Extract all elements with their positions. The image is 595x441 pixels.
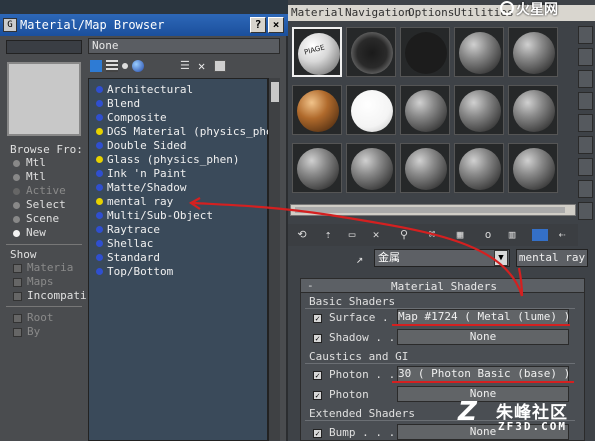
watermark-bottom-en: ZF3D.COM	[498, 420, 567, 433]
annotation-overlay	[188, 197, 574, 383]
watermark-logo-mark-icon: Z	[458, 397, 477, 427]
watermark-top: 火星网	[516, 2, 558, 18]
annotation-arrow	[192, 201, 524, 297]
watermark-logo-icon	[500, 1, 514, 15]
